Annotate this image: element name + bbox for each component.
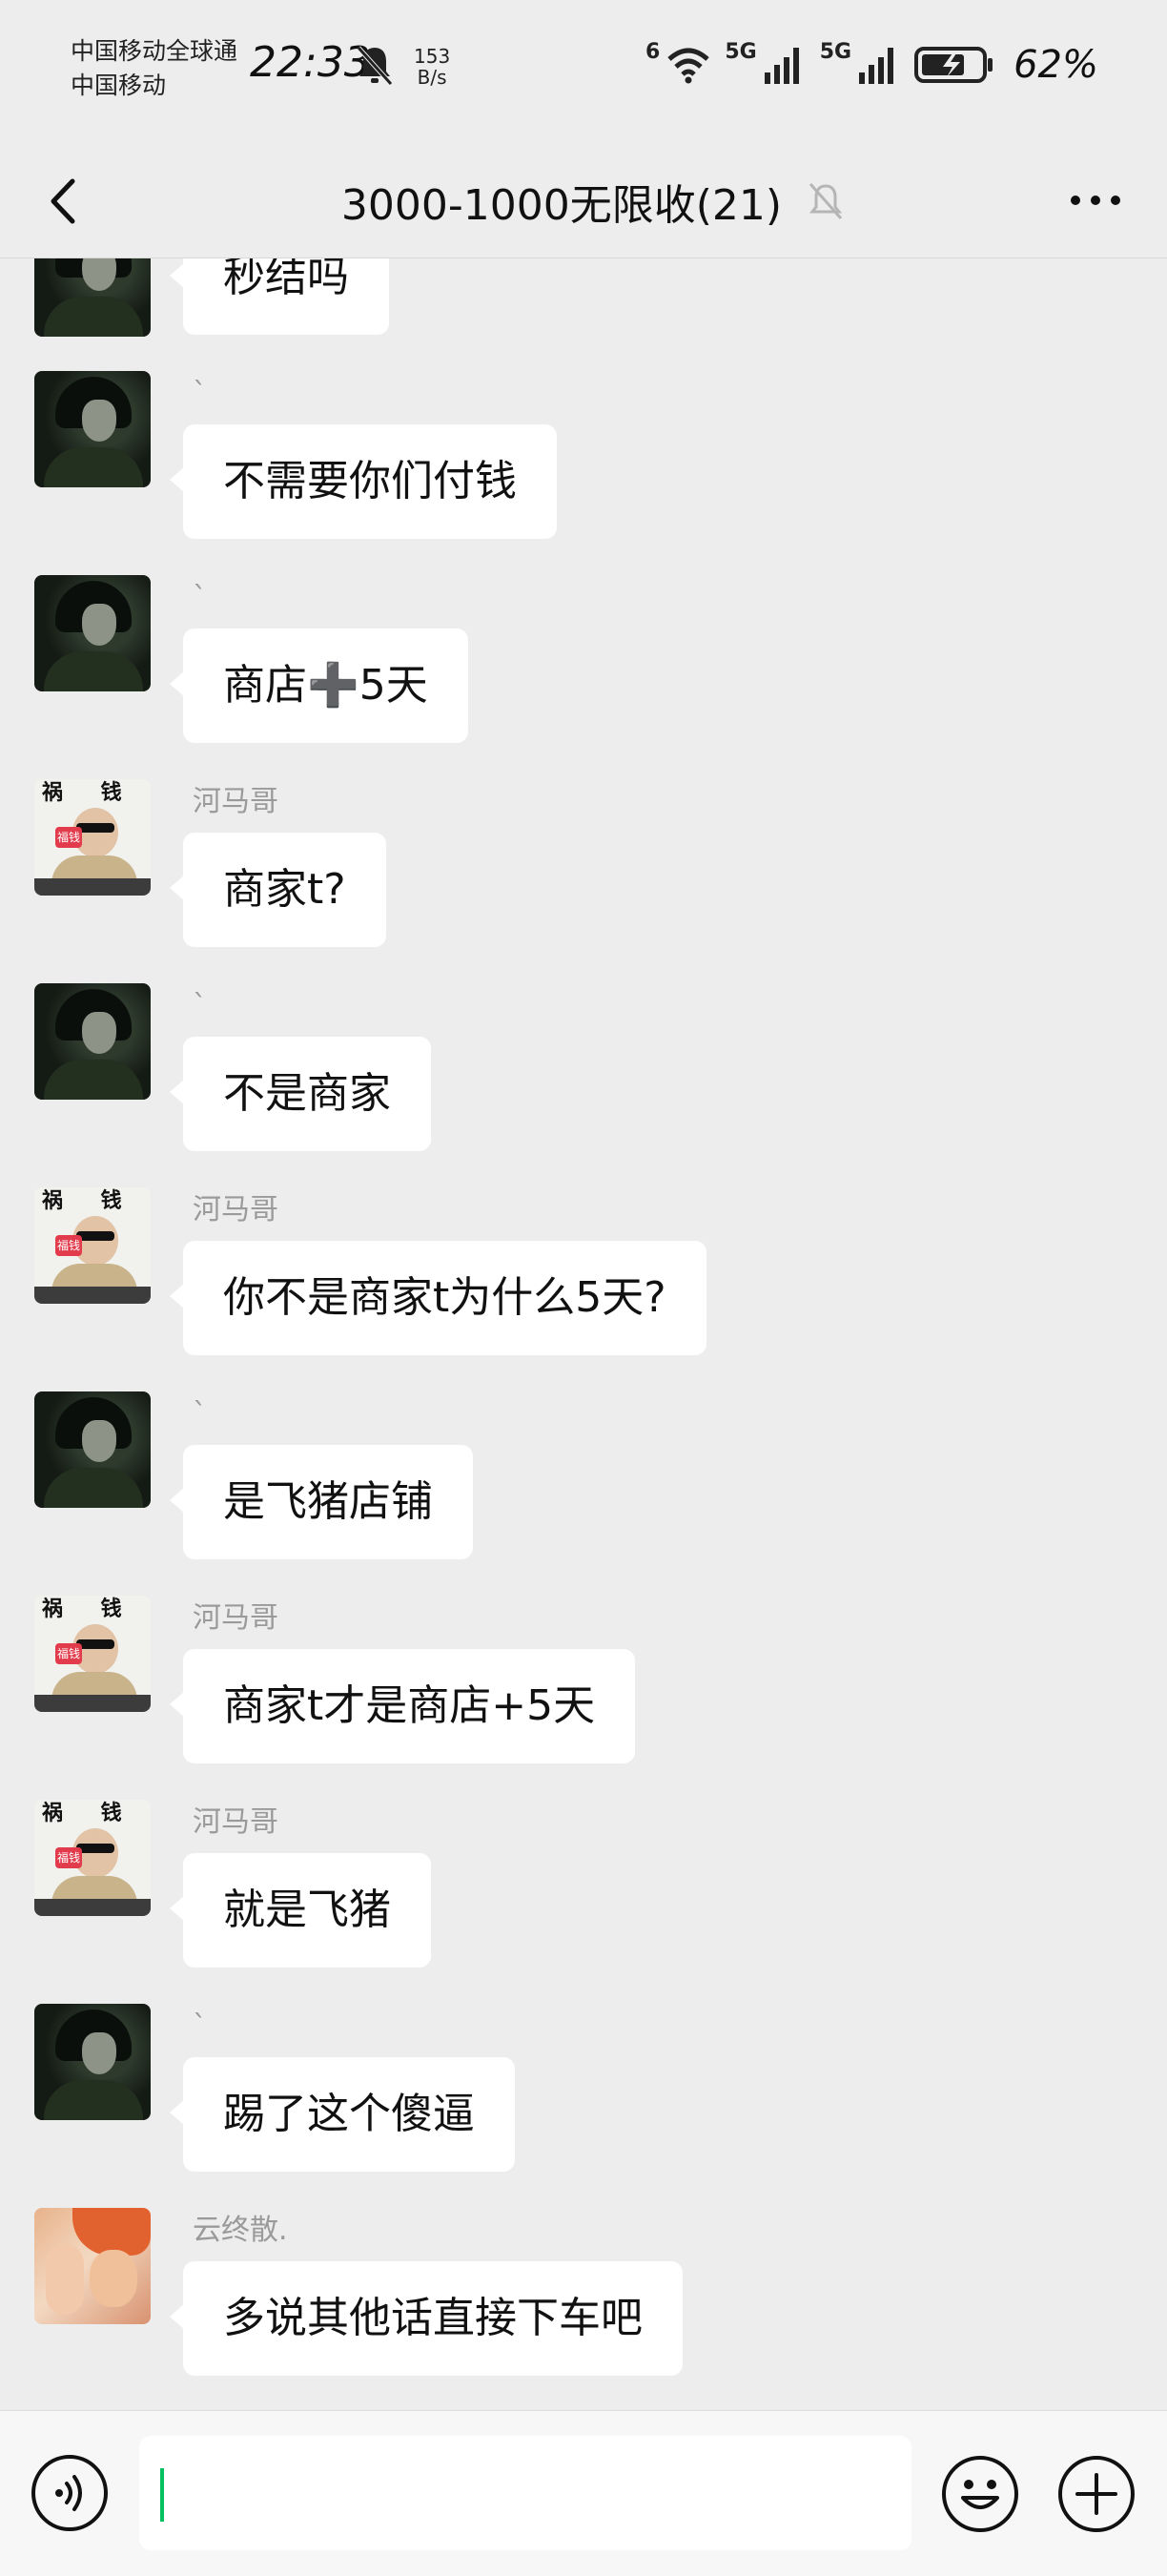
- network-speed-unit: B/s: [417, 66, 447, 89]
- avatar[interactable]: 祸 钱福钱: [34, 1596, 151, 1712]
- sender-name: `: [193, 989, 207, 1022]
- chat-header: 3000-1000无限收(21): [0, 143, 1167, 258]
- avatar[interactable]: [34, 2004, 151, 2120]
- sender-name: `: [193, 581, 207, 614]
- signal-icon: [859, 48, 894, 84]
- battery-icon: [914, 47, 993, 83]
- text-cursor: [160, 2468, 164, 2522]
- avatar[interactable]: [34, 371, 151, 487]
- emoji-button[interactable]: [940, 2454, 1020, 2534]
- status-clock: 22:33: [250, 38, 371, 87]
- network-speed-value: 153: [414, 45, 451, 68]
- avatar[interactable]: [34, 1391, 151, 1508]
- message-bubble[interactable]: 就是飞猪: [170, 1853, 431, 1968]
- sender-name: `: [193, 377, 207, 410]
- carrier-line-2: 中国移动: [71, 72, 167, 99]
- signal-icon: [764, 48, 799, 84]
- wifi-label: 6: [645, 40, 661, 64]
- sim2-label: 5G: [819, 40, 852, 64]
- sender-name: `: [193, 1397, 207, 1431]
- carrier-info: 中国移动全球通 中国移动: [71, 34, 237, 103]
- battery-percent: 62%: [1013, 43, 1098, 87]
- sim1-label: 5G: [725, 40, 757, 64]
- sender-name: 河马哥: [193, 1805, 278, 1839]
- chat-input-bar: [0, 2410, 1167, 2576]
- avatar[interactable]: 祸 钱福钱: [34, 1187, 151, 1304]
- plus-button[interactable]: [1056, 2454, 1136, 2534]
- bell-muted-icon: [809, 183, 843, 219]
- avatar[interactable]: [34, 575, 151, 691]
- wifi-icon: [667, 48, 710, 84]
- message-input[interactable]: [139, 2436, 911, 2550]
- avatar[interactable]: [34, 983, 151, 1100]
- mute-bell-icon: [357, 46, 393, 86]
- voice-icon: [55, 2475, 82, 2511]
- status-icons: 6 5G 5G 62%: [645, 40, 1098, 90]
- network-speed: 153 B/s: [414, 46, 450, 88]
- message-bubble[interactable]: 多说其他话直接下车吧: [170, 2261, 683, 2376]
- avatar[interactable]: 祸 钱福钱: [34, 779, 151, 896]
- message-bubble[interactable]: 商店➕5天: [170, 629, 468, 743]
- avatar[interactable]: 祸 钱福钱: [34, 1800, 151, 1916]
- message-bubble[interactable]: 是飞猪店铺: [170, 1445, 473, 1559]
- status-bar: 中国移动全球通 中国移动 22:33 153 B/s 6 5G 5G 62%: [0, 0, 1167, 143]
- carrier-line-1: 中国移动全球通: [71, 37, 238, 65]
- message-bubble[interactable]: 不是商家: [170, 1037, 431, 1151]
- message-list[interactable]: 秒结吗 ` 不需要你们付钱 ` 商店➕5天 祸 钱福钱 河马哥 商家t? ` 不…: [0, 258, 1167, 2410]
- message-bubble[interactable]: 商家t才是商店+5天: [169, 1649, 636, 1763]
- voice-button[interactable]: [31, 2454, 109, 2532]
- plus-icon: [1075, 2473, 1117, 2515]
- avatar[interactable]: [34, 2208, 151, 2324]
- sender-name: 云终散.: [193, 2214, 288, 2247]
- chat-title-area: 3000-1000无限收(21): [0, 168, 1167, 235]
- chat-title: 3000-1000无限收(21): [340, 181, 783, 230]
- message-bubble[interactable]: 秒结吗: [170, 258, 389, 335]
- more-options-button[interactable]: [1062, 172, 1129, 229]
- message-bubble[interactable]: 不需要你们付钱: [170, 424, 557, 539]
- sender-name: 河马哥: [193, 1193, 278, 1226]
- message-bubble[interactable]: 踢了这个傻逼: [170, 2057, 515, 2172]
- avatar[interactable]: [34, 258, 151, 337]
- message-bubble[interactable]: 商家t?: [170, 833, 386, 947]
- emoji-icon: [961, 2480, 999, 2509]
- message-bubble[interactable]: 你不是商家t为什么5天?: [170, 1241, 706, 1355]
- sender-name: 河马哥: [193, 785, 278, 818]
- sender-name: 河马哥: [193, 1601, 278, 1635]
- sender-name: `: [193, 2009, 207, 2043]
